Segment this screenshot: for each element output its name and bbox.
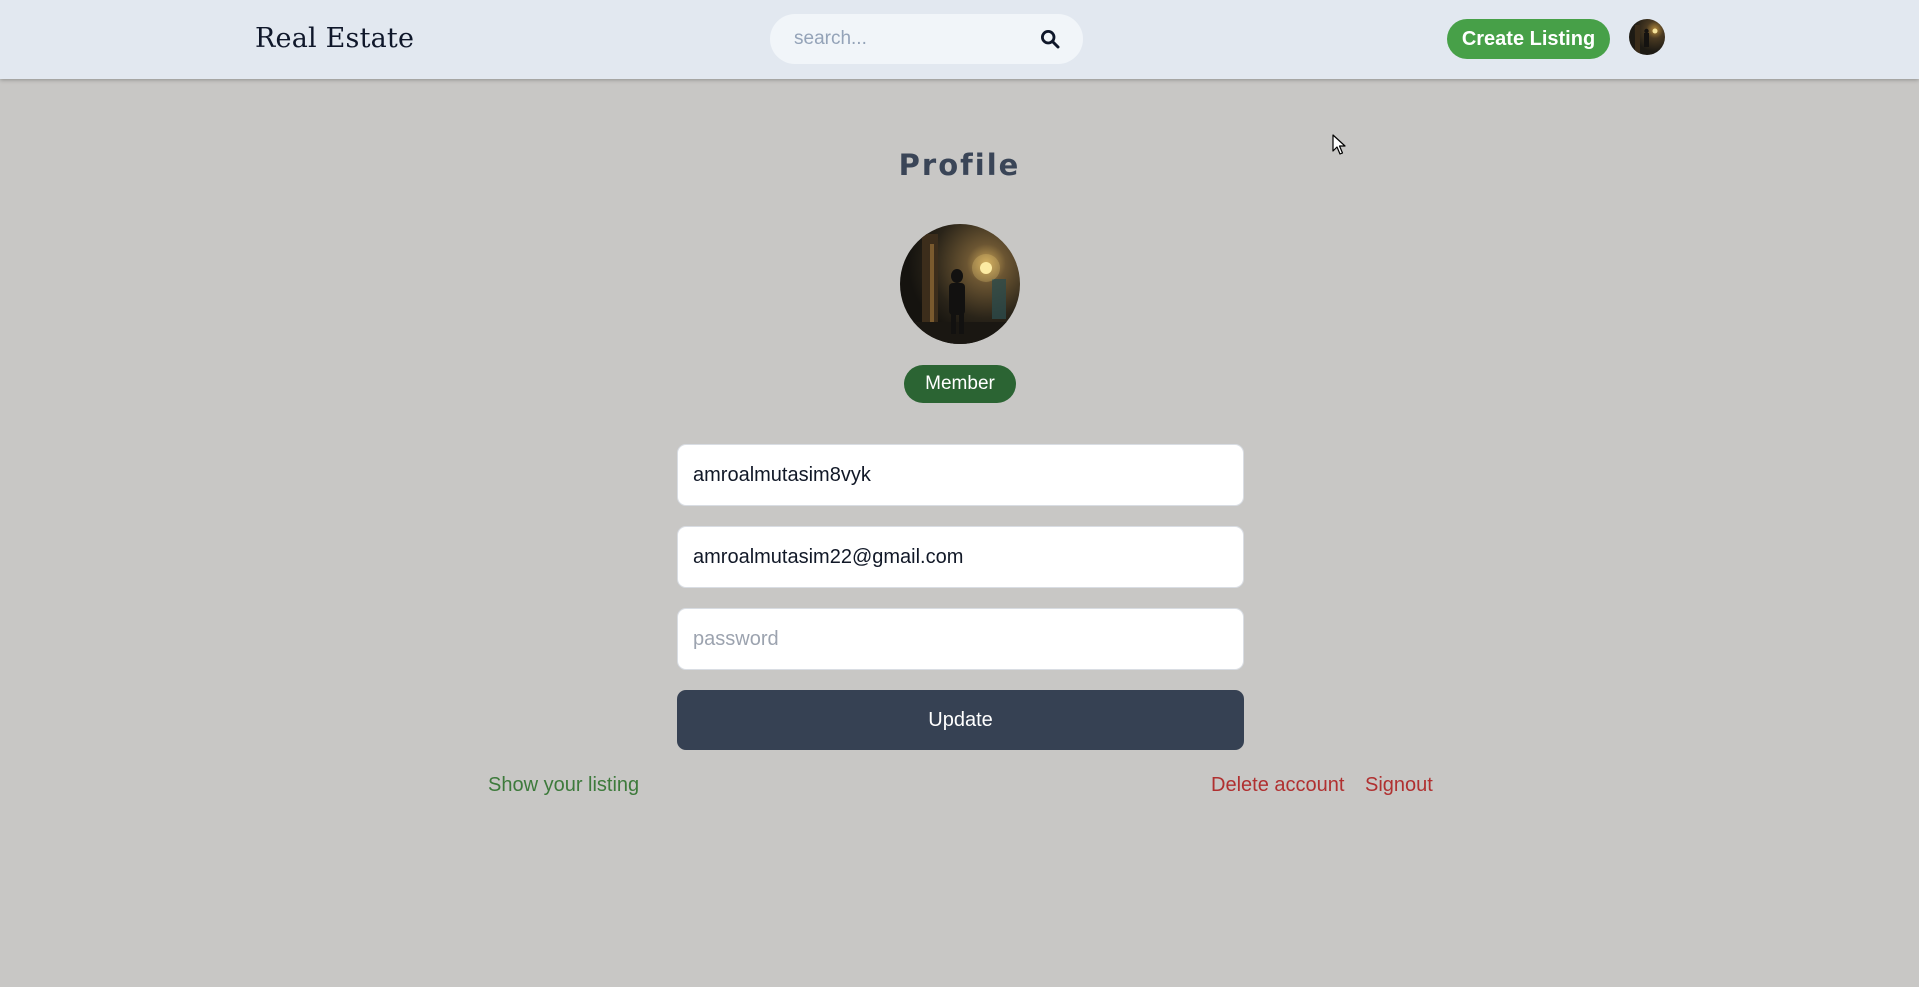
password-field[interactable] (677, 608, 1244, 670)
brand-logo[interactable]: Real Estate (255, 20, 414, 58)
top-navbar: Real Estate Create Listing (0, 0, 1919, 79)
search-form (770, 14, 1083, 64)
username-field[interactable] (677, 444, 1244, 506)
delete-account-link[interactable]: Delete account (1211, 773, 1344, 797)
search-icon (1040, 29, 1060, 52)
update-button[interactable]: Update (677, 690, 1244, 750)
page-title: Profile (898, 148, 1021, 182)
profile-avatar-image (900, 224, 1020, 344)
create-listing-button[interactable]: Create Listing (1447, 19, 1610, 59)
search-input[interactable] (794, 14, 1034, 64)
mouse-pointer-icon (1332, 134, 1346, 161)
show-listing-link[interactable]: Show your listing (488, 773, 639, 797)
search-button[interactable] (1035, 25, 1065, 55)
profile-avatar[interactable] (900, 224, 1020, 344)
signout-link[interactable]: Signout (1365, 773, 1433, 797)
role-badge: Member (904, 365, 1016, 403)
nav-avatar[interactable] (1629, 19, 1665, 55)
email-field[interactable] (677, 526, 1244, 588)
nav-avatar-image (1629, 19, 1665, 55)
